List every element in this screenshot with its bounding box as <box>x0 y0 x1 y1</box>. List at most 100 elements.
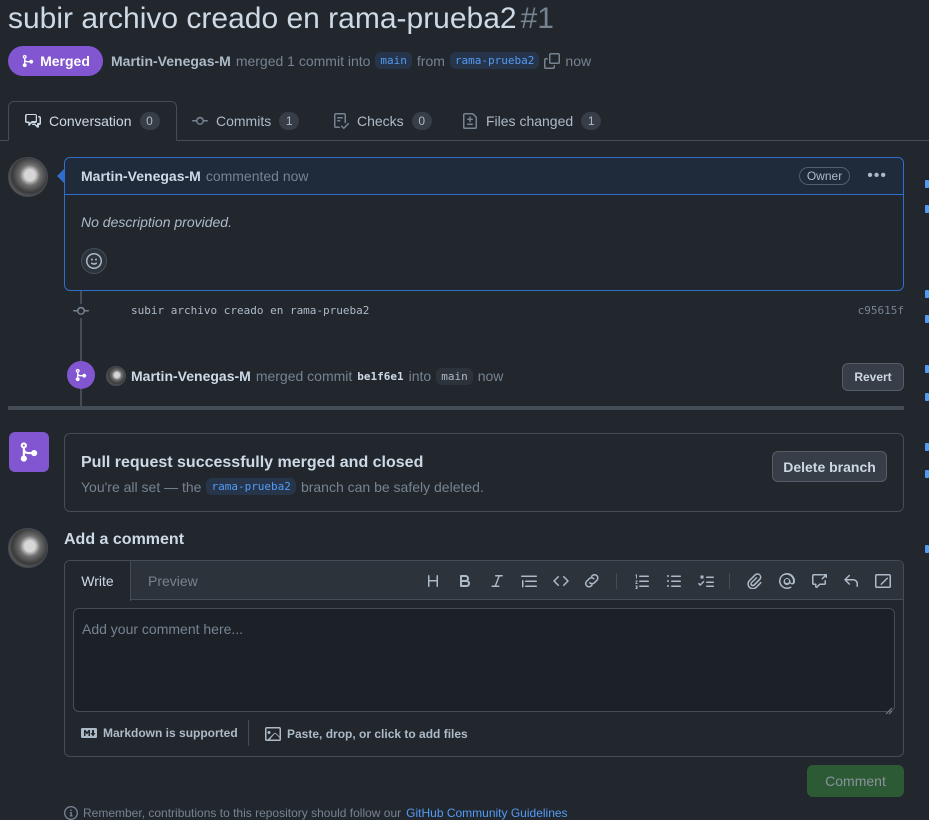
conversation-icon <box>25 114 41 128</box>
toolbar-separator <box>729 573 730 589</box>
tab-checks[interactable]: Checks 0 <box>333 101 432 141</box>
merge-event-avatar[interactable] <box>106 366 126 386</box>
unordered-list-icon[interactable] <box>664 571 684 591</box>
markdown-icon <box>81 728 97 738</box>
sidebar-peek <box>925 443 929 451</box>
link-icon[interactable] <box>583 571 603 591</box>
merge-event-text: merged commit <box>255 368 353 384</box>
pr-time: now <box>565 52 592 69</box>
revert-button[interactable]: Revert <box>842 363 904 391</box>
commit-sha-link[interactable]: c95615f <box>840 304 904 317</box>
task-list-icon[interactable] <box>696 571 716 591</box>
tab-conversation-label: Conversation <box>49 113 132 129</box>
delete-branch-button[interactable]: Delete branch <box>772 451 887 482</box>
merged-status-icon <box>9 432 49 472</box>
pr-author-link[interactable]: Martin-Venegas-M <box>111 53 231 69</box>
merge-desc-after: branch can be safely deleted. <box>300 478 484 495</box>
resize-grip-icon[interactable] <box>885 702 893 715</box>
info-icon <box>64 806 78 820</box>
add-comment-title: Add a comment <box>64 531 185 548</box>
tab-conversation-count: 0 <box>139 112 160 130</box>
smiley-icon <box>86 253 102 269</box>
sidebar-peek <box>925 315 929 323</box>
sidebar-peek <box>925 545 929 553</box>
tab-commits[interactable]: Commits 1 <box>192 101 300 141</box>
sidebar-peek <box>925 470 929 478</box>
tab-commits-label: Commits <box>216 113 272 129</box>
comment-header: Martin-Venegas-M commented now Owner ••• <box>65 158 903 195</box>
checklist-icon <box>334 113 349 129</box>
sidebar-peek <box>925 290 929 298</box>
merged-label: Merged <box>40 53 90 69</box>
attach-files-label: Paste, drop, or click to add files <box>287 727 468 741</box>
commit-message-link[interactable]: subir archivo creado en rama-prueba2 <box>131 304 369 317</box>
comment-author-link[interactable]: Martin-Venegas-M <box>81 168 201 184</box>
merge-event-time: now <box>477 368 504 384</box>
toolbar-separator <box>616 573 617 589</box>
merge-event-icon <box>67 361 95 389</box>
merge-event-branch-link[interactable]: main <box>436 367 473 385</box>
tab-commits-count: 1 <box>279 112 300 130</box>
comment-submit-button[interactable]: Comment <box>807 765 904 797</box>
merge-status-title: Pull request successfully merged and clo… <box>81 454 424 471</box>
quote-icon[interactable] <box>519 571 539 591</box>
attach-files-hint[interactable]: Paste, drop, or click to add files <box>265 726 468 742</box>
tab-conversation[interactable]: Conversation 0 <box>8 101 177 141</box>
sidebar-peek <box>925 365 929 373</box>
merged-status-badge: Merged <box>8 46 103 76</box>
cross-reference-icon[interactable] <box>809 571 829 591</box>
merge-desc-branch[interactable]: rama-prueba2 <box>206 478 296 495</box>
merge-desc-before: You're all set — the <box>81 478 202 495</box>
commit-dot-icon <box>73 304 89 318</box>
base-branch-link[interactable]: main <box>375 52 412 69</box>
markdown-hint-label: Markdown is supported <box>103 726 238 740</box>
current-user-avatar[interactable] <box>8 528 48 568</box>
sidebar-peek <box>925 180 929 188</box>
heading-icon[interactable] <box>423 571 443 591</box>
kebab-menu-icon[interactable]: ••• <box>867 167 887 185</box>
head-branch-link[interactable]: rama-prueba2 <box>449 52 540 69</box>
copy-icon[interactable] <box>544 52 561 69</box>
merge-text: merged 1 commit into <box>235 52 371 69</box>
image-icon <box>265 727 281 741</box>
pr-meta: Martin-Venegas-M merged 1 commit into ma… <box>111 52 591 69</box>
timeline-end-divider <box>8 406 904 410</box>
comment-action: commented now <box>205 168 309 184</box>
pr-title-text: subir archivo creado en rama-prueba2 <box>8 2 517 35</box>
fullscreen-icon[interactable] <box>873 571 893 591</box>
from-text: from <box>416 52 445 69</box>
sidebar-peek <box>925 393 929 401</box>
ordered-list-icon[interactable] <box>632 571 652 591</box>
avatar[interactable] <box>8 157 48 197</box>
hint-separator <box>248 720 249 746</box>
reminder-text: Remember, contributions to this reposito… <box>83 806 402 820</box>
merge-event-author-link[interactable]: Martin-Venegas-M <box>131 368 251 384</box>
commit-icon <box>192 116 208 125</box>
sidebar-peek <box>925 205 929 213</box>
comment-textarea[interactable]: Add your comment here... <box>73 608 895 712</box>
merge-status-desc: You're all set — the rama-prueba2 branch… <box>81 478 484 495</box>
community-guidelines-link[interactable]: GitHub Community Guidelines <box>406 806 567 820</box>
comment-caret <box>57 169 64 183</box>
italic-icon[interactable] <box>487 571 507 591</box>
reply-icon[interactable] <box>841 571 861 591</box>
pr-number: #1 <box>520 2 554 35</box>
bold-icon[interactable] <box>455 571 475 591</box>
code-icon[interactable] <box>551 571 571 591</box>
tab-files-changed[interactable]: Files changed 1 <box>462 101 602 141</box>
file-diff-icon <box>463 113 477 129</box>
pr-title: subir archivo creado en rama-prueba2 #1 <box>8 2 554 36</box>
tab-checks-label: Checks <box>357 113 404 129</box>
preview-tab[interactable]: Preview <box>148 573 198 589</box>
tab-files-changed-count: 1 <box>581 112 602 130</box>
owner-label: Owner <box>798 167 851 185</box>
add-reaction-button[interactable] <box>81 248 107 274</box>
mention-icon[interactable] <box>777 571 797 591</box>
tab-checks-count: 0 <box>411 112 432 130</box>
write-tab[interactable]: Write <box>65 561 131 601</box>
merge-event: Martin-Venegas-M merged commit be1f6e1 i… <box>106 366 503 386</box>
paperclip-icon[interactable] <box>745 571 765 591</box>
markdown-hint[interactable]: Markdown is supported <box>81 726 238 740</box>
merge-commit-sha-link[interactable]: be1f6e1 <box>357 370 403 383</box>
merge-event-into: into <box>408 368 432 384</box>
